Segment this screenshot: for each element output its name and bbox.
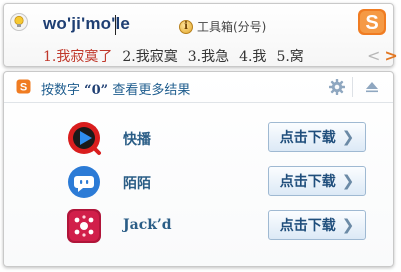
lightbulb-icon[interactable] [10, 13, 28, 31]
hint-key: “0” [84, 83, 109, 98]
app-name: 快播 [123, 132, 151, 148]
info-icon: i [179, 19, 193, 34]
candidate-pager: < > [367, 46, 398, 65]
prev-page-button[interactable]: < [367, 46, 380, 65]
candidate-2[interactable]: 2.我寂寞 [122, 46, 177, 66]
app-row-jackd: Jack’d 点击下载 ❯ [4, 208, 393, 244]
app-row-kuaibo: 快播 点击下载 ❯ [4, 120, 393, 156]
chevron-right-icon: ❯ [341, 128, 355, 146]
download-button[interactable]: 点击下载 ❯ [268, 210, 366, 240]
hint-prefix: 按数字 [41, 83, 81, 98]
next-page-button[interactable]: > [384, 46, 397, 65]
download-button[interactable]: 点击下载 ❯ [268, 166, 366, 196]
chevron-right-icon: ❯ [341, 216, 355, 234]
candidate-1[interactable]: 1.我寂寞了 [43, 46, 112, 66]
chevron-right-icon: ❯ [341, 172, 355, 190]
candidate-5[interactable]: 5.窝 [276, 46, 303, 66]
app-row-momo: 陌陌 点击下载 ❯ [4, 164, 393, 200]
download-button[interactable]: 点击下载 ❯ [268, 122, 366, 152]
candidate-list: 1.我寂寞了 2.我寂寞 3.我急 4.我 5.窝 [43, 46, 304, 66]
download-label: 点击下载 [279, 174, 336, 190]
download-label: 点击下载 [279, 218, 336, 234]
momo-chat-icon [68, 166, 100, 198]
toolbox-hint[interactable]: i 工具箱(分号) [179, 18, 266, 35]
hint-suffix: 查看更多结果 [112, 83, 191, 98]
composition-text: wo'ji'mo'le [43, 14, 131, 33]
kuaibo-play-icon [68, 122, 101, 155]
expanded-results-panel: S 按数字 “0” 查看更多结果 快播 点击下载 ❯ 陌陌 点击下载 ❯ Jac… [3, 71, 394, 267]
header-divider [352, 77, 353, 97]
ime-candidate-bar: wo'ji'mo'le i 工具箱(分号) S 1.我寂寞了 2.我寂寞 3.我… [3, 3, 398, 67]
toolbox-label: 工具箱(分号) [197, 20, 267, 34]
sogou-small-logo-icon: S [16, 79, 31, 94]
jackd-icon [67, 209, 101, 243]
candidate-3[interactable]: 3.我急 [188, 46, 229, 66]
gear-icon[interactable] [328, 78, 346, 96]
candidate-4[interactable]: 4.我 [239, 46, 266, 66]
sogou-logo-icon[interactable]: S [357, 8, 387, 36]
sogou-logo-letter: S [365, 12, 378, 34]
download-label: 点击下载 [279, 130, 336, 146]
panel-header: S 按数字 “0” 查看更多结果 [4, 72, 393, 103]
app-name: 陌陌 [123, 176, 151, 192]
more-results-hint: 按数字 “0” 查看更多结果 [41, 79, 190, 98]
collapse-triangle-icon[interactable] [365, 81, 379, 93]
text-caret [115, 15, 116, 35]
app-name: Jack’d [123, 217, 172, 233]
svg-text:S: S [20, 82, 27, 94]
